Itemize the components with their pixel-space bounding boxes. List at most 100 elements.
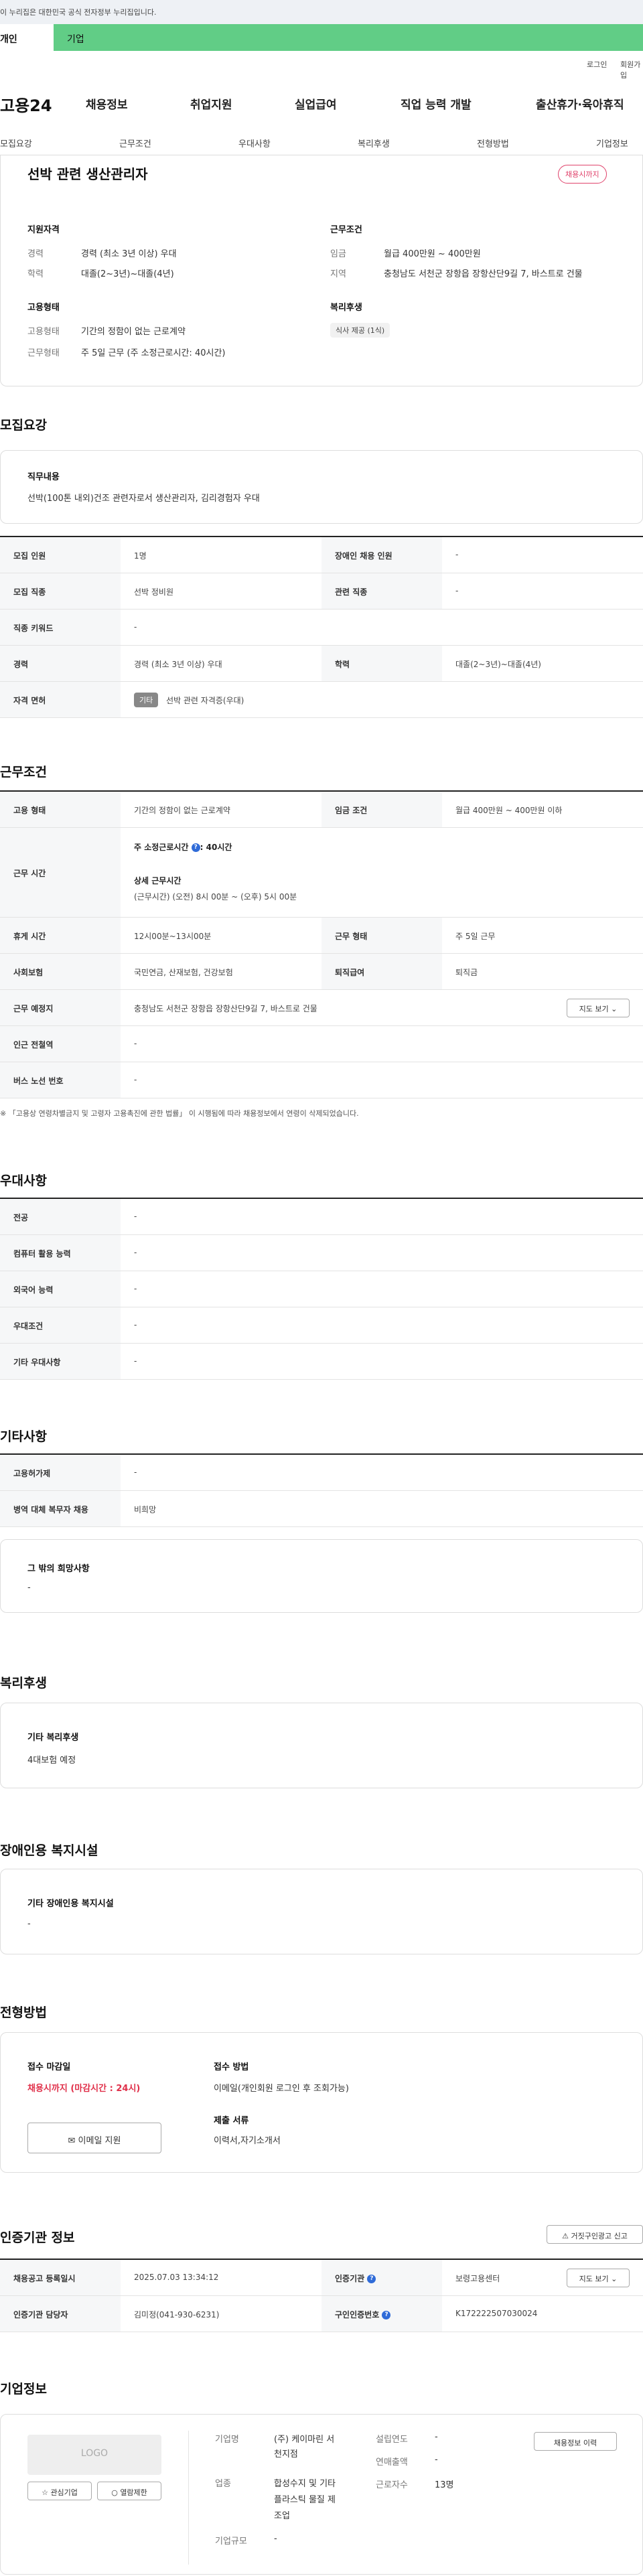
company-logo: LOGO — [27, 2435, 161, 2475]
map-button[interactable]: 지도 보기 ⌄ — [567, 999, 630, 1017]
table-header: 모집 인원 — [0, 537, 121, 573]
table-header: 직종 키워드 — [0, 610, 121, 645]
subnav-recruit[interactable]: 모집요강 — [0, 137, 32, 149]
subnav-company[interactable]: 기업정보 — [596, 137, 628, 149]
table-cell: 경력 (최소 3년 이상) 우대 — [134, 660, 222, 669]
sales-key: 연매출액 — [376, 2457, 408, 2467]
info-icon[interactable]: ? — [191, 843, 200, 852]
industry-key: 업종 — [215, 2479, 231, 2489]
table-header: 근무 예정지 — [0, 990, 121, 1025]
type-key: 고용형태 — [27, 327, 60, 337]
mail-icon: ✉ — [68, 2136, 76, 2146]
table-header: 인증기관 ? — [322, 2260, 442, 2295]
welfare-heading: 복리후생 — [0, 1676, 47, 1691]
employees-key: 근로자수 — [376, 2480, 408, 2490]
table-header: 경력 — [0, 646, 121, 681]
table-header: 버스 노선 번호 — [0, 1062, 121, 1098]
menu-jobs[interactable]: 채용정보 — [86, 95, 128, 112]
table-row: 모집 직종 선박 정비원 관련 직종 - — [0, 573, 643, 610]
exp-value: 경력 (최소 3년 이상) 우대 — [81, 249, 177, 259]
table-cell: 김미정(041-930-6231) — [134, 2310, 220, 2319]
table-cell: - — [134, 1039, 137, 1048]
type-value: 기간의 정함이 없는 근로계약 — [81, 327, 186, 337]
hours-detail-value: (근무시간) (오전) 8시 00분 ~ (오후) 5시 00분 — [134, 892, 297, 902]
method-card: 접수 마감일 채용시까지 (마감시간 : 24시) ✉ 이메일 지원 접수 방법… — [0, 2032, 643, 2173]
info-icon[interactable]: ? — [367, 2275, 376, 2283]
table-cell: 보령고용센터 — [455, 2274, 500, 2283]
form-key: 근무형태 — [27, 348, 60, 358]
favorite-company-button[interactable]: ☆ 관심기업 — [27, 2482, 92, 2500]
join-link[interactable]: 회원가입 — [620, 59, 643, 80]
restrict-view-button[interactable]: ○ 열람제한 — [97, 2482, 161, 2500]
table-header: 외국어 능력 — [0, 1271, 121, 1307]
company-heading: 기업정보 — [0, 2382, 47, 2396]
disabled-card: 기타 장애인용 복지시설 - — [0, 1869, 643, 1954]
menu-parental-leave[interactable]: 출산휴가·육아휴직 — [536, 95, 624, 112]
table-header: 채용공고 등록일시 — [0, 2260, 121, 2295]
subnav-preference[interactable]: 우대사항 — [238, 137, 271, 149]
subnav-welfare[interactable]: 복리후생 — [358, 137, 390, 149]
welfare-title: 복리후생 — [330, 303, 362, 313]
table-row: 근무 예정지 충청남도 서천군 장항읍 장항산단9길 7, 바스트로 건물 지도… — [0, 990, 643, 1026]
wage-key: 임금 — [330, 249, 346, 259]
size-value: - — [274, 2534, 277, 2544]
table-cell: 1명 — [134, 551, 147, 561]
deadline-title: 접수 마감일 — [27, 2062, 71, 2072]
table-header: 컴퓨터 활용 능력 — [0, 1235, 121, 1271]
apply-way-value: 이메일(개인회원 로그인 후 조회가능) — [214, 2084, 349, 2094]
weekly-hours: 주 소정근로시간 ?: 40시간 — [134, 843, 232, 852]
table-row: 전공 - — [0, 1199, 643, 1235]
table-cell: 퇴직금 — [455, 968, 478, 977]
table-cell: 비희망 — [134, 1505, 157, 1514]
table-cell: - — [134, 1248, 137, 1257]
summary-card: 선박 관련 생산관리자 채용시까지 지원자격 근무조건 경력 경력 (최소 3년… — [0, 155, 643, 386]
menu-employment-support[interactable]: 취업지원 — [190, 95, 232, 112]
table-cell: - — [134, 1212, 137, 1221]
table-cell: - — [455, 586, 459, 595]
table-cell: 주 5일 근무 — [455, 932, 496, 941]
table-cell: 월급 400만원 ~ 400만원 이하 — [455, 806, 563, 815]
area-value: 충청남도 서천군 장항읍 장항산단9길 7, 바스트로 건물 — [384, 269, 583, 279]
table-cell: - — [134, 1284, 137, 1293]
org-map-button[interactable]: 지도 보기 ⌄ — [567, 2269, 630, 2287]
info-icon[interactable]: ? — [382, 2311, 391, 2319]
email-apply-button[interactable]: ✉ 이메일 지원 — [27, 2123, 161, 2153]
job-history-button[interactable]: 채용정보 이력 — [534, 2432, 617, 2451]
edu-key: 학력 — [27, 269, 44, 279]
company-name-value-1: (주) 케이마린 서 — [274, 2435, 335, 2445]
false-ad-report-button[interactable]: ⚠ 거짓구인광고 신고 — [547, 2225, 643, 2244]
user-type-tabs: 개인 기업 — [0, 24, 643, 51]
main-nav: 고용24 채용정보 취업지원 실업급여 직업 능력 개발 출산휴가·육아휴직 — [0, 80, 643, 127]
table-cell: - — [134, 1468, 137, 1477]
siren-icon: ⚠ — [562, 2232, 569, 2240]
subnav-method[interactable]: 전형방법 — [477, 137, 509, 149]
size-key: 기업규모 — [215, 2536, 247, 2547]
table-header: 퇴직급여 — [322, 954, 442, 989]
table-row: 채용공고 등록일시 2025.07.03 13:34:12 인증기관 ? 보령고… — [0, 2260, 643, 2296]
table-row: 모집 인원 1명 장애인 채용 인원 - — [0, 537, 643, 573]
table-cell: 2025.07.03 13:34:12 — [134, 2273, 219, 2282]
menu-unemployment-benefit[interactable]: 실업급여 — [295, 95, 337, 112]
menu-vocational-training[interactable]: 직업 능력 개발 — [401, 95, 472, 112]
tab-personal[interactable]: 개인 — [0, 24, 54, 51]
docs-value: 이력서,자기소개서 — [214, 2136, 281, 2146]
etc-heading: 기타사항 — [0, 1429, 47, 1444]
license-tag: 기타 — [134, 693, 159, 707]
login-link[interactable]: 로그인 — [587, 59, 607, 70]
table-header: 우대조건 — [0, 1307, 121, 1343]
gov-banner-text: 이 누리집은 대한민국 공식 전자정부 누리집입니다. — [0, 8, 157, 17]
table-header: 휴게 시간 — [0, 918, 121, 953]
tab-company[interactable]: 기업 — [67, 32, 84, 46]
welfare-item-value: 4대보험 예정 — [27, 1756, 76, 1766]
site-logo[interactable]: 고용24 — [0, 92, 52, 116]
table-header: 인증기관 담당자 — [0, 2296, 121, 2332]
deadline-value: 채용시까지 (마감시간 : 24시) — [27, 2084, 141, 2094]
table-row: 병역 대체 복무자 채용 비희망 — [0, 1491, 643, 1527]
year-key: 설립연도 — [376, 2435, 408, 2445]
sales-value: - — [435, 2455, 438, 2465]
industry-value-1: 합성수지 및 기타 — [274, 2479, 336, 2489]
table-header: 사회보험 — [0, 954, 121, 989]
qual-title: 지원자격 — [27, 225, 60, 235]
subnav-conditions[interactable]: 근무조건 — [119, 137, 151, 149]
table-header: 임금 조건 — [322, 792, 442, 827]
